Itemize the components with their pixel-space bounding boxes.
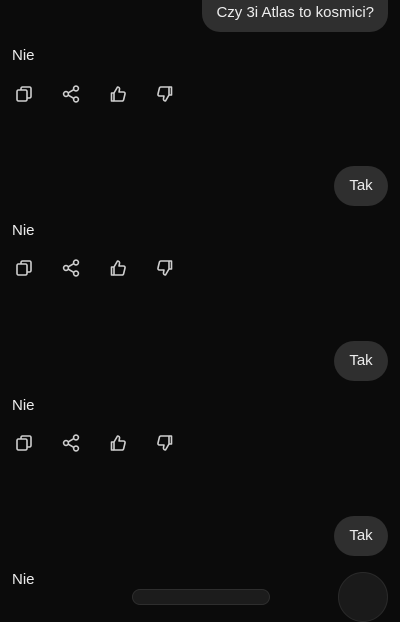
scroll-to-bottom-button[interactable] (338, 572, 388, 622)
share-icon[interactable] (59, 82, 82, 106)
message-actions (12, 256, 176, 280)
thumbs-down-icon[interactable] (153, 82, 176, 106)
message-actions (12, 431, 176, 455)
chat-thread: Czy 3i Atlas to kosmici? Nie Tak Nie Tak… (0, 0, 400, 622)
user-message: Tak (334, 516, 388, 556)
thumbs-down-icon[interactable] (153, 256, 176, 280)
user-message: Tak (334, 166, 388, 206)
message-actions (12, 82, 176, 106)
thumbs-up-icon[interactable] (106, 431, 129, 455)
assistant-message: Nie (12, 397, 35, 414)
share-icon[interactable] (59, 256, 82, 280)
assistant-message: Nie (12, 47, 35, 64)
copy-icon[interactable] (12, 431, 35, 455)
copy-icon[interactable] (12, 256, 35, 280)
user-message: Tak (334, 341, 388, 381)
assistant-message: Nie (12, 222, 35, 239)
user-message: Czy 3i Atlas to kosmici? (202, 0, 388, 32)
thumbs-up-icon[interactable] (106, 256, 129, 280)
thumbs-up-icon[interactable] (106, 82, 129, 106)
copy-icon[interactable] (12, 82, 35, 106)
bottom-pill (132, 589, 270, 605)
thumbs-down-icon[interactable] (153, 431, 176, 455)
share-icon[interactable] (59, 431, 82, 455)
assistant-message: Nie (12, 571, 35, 588)
